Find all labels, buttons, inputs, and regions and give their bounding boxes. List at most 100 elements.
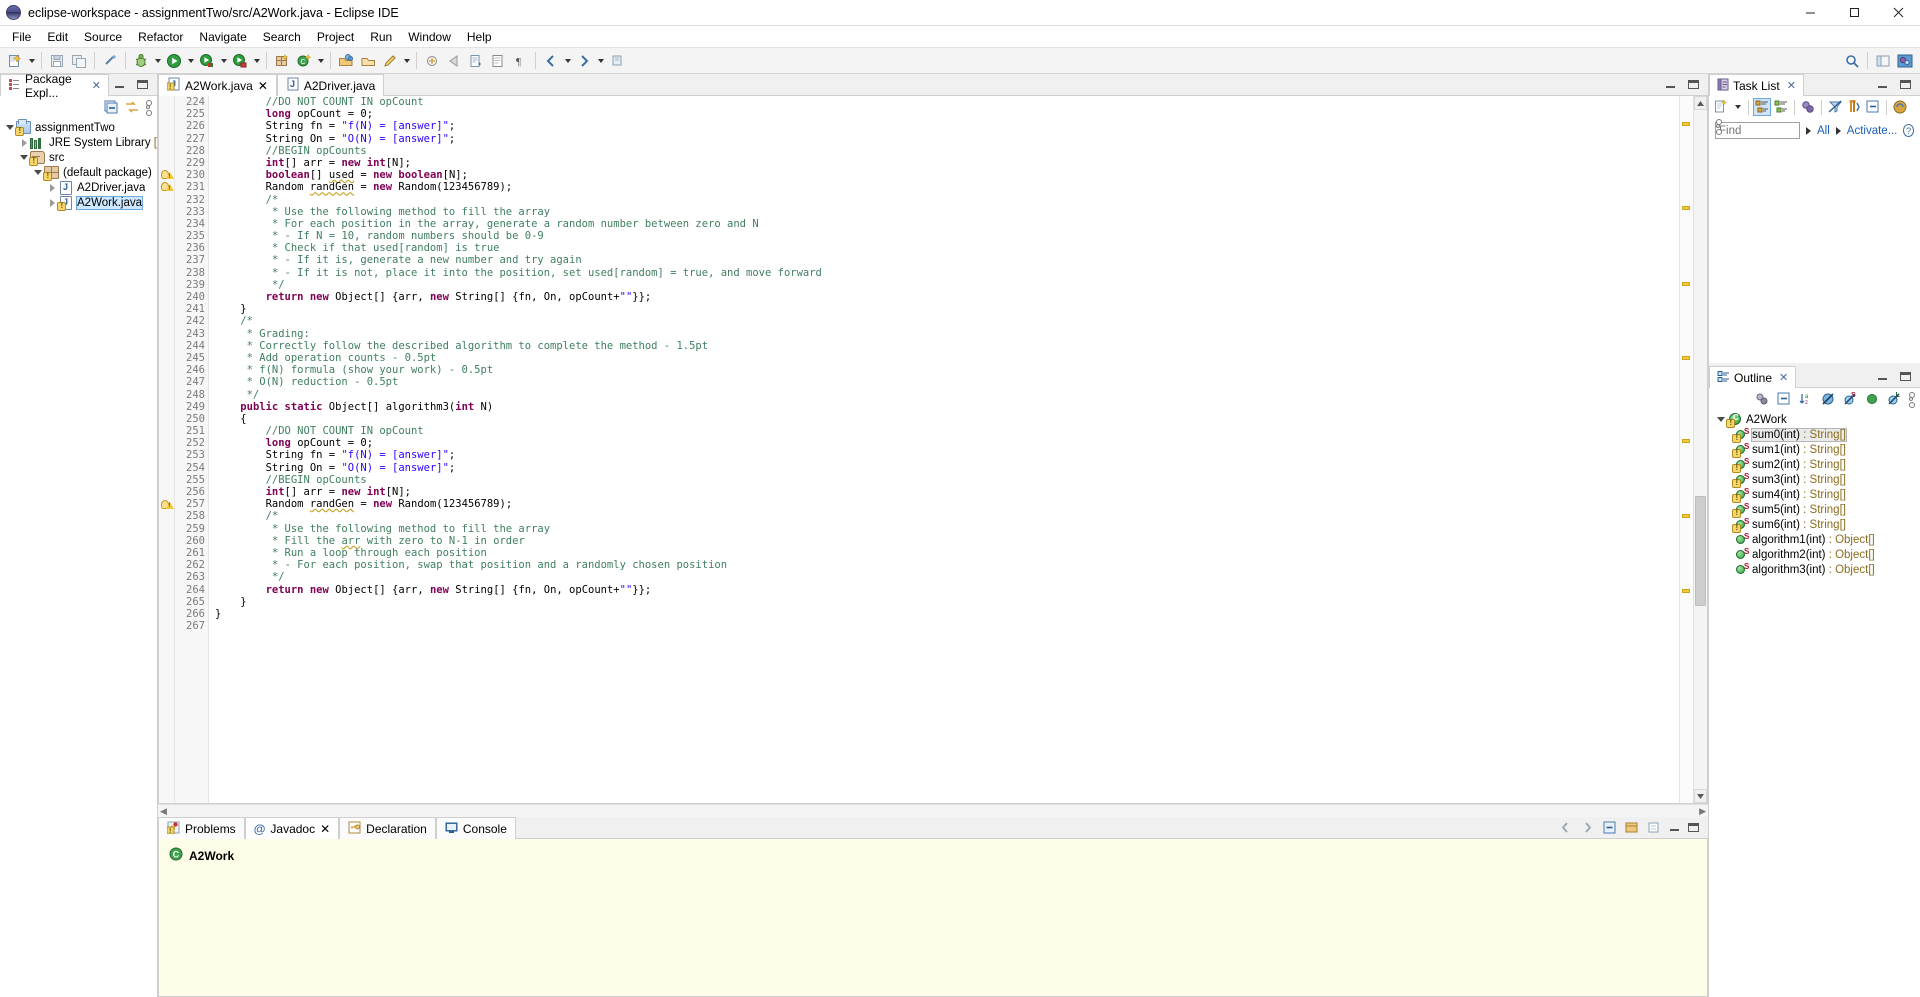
code-line[interactable]: String fn = "f(N) = [answer]"; <box>215 449 1679 461</box>
outline-item-method[interactable]: Ssum6(int) : String[] <box>1709 517 1920 533</box>
code-line[interactable]: /* <box>215 510 1679 522</box>
code-line[interactable]: String fn = "f(N) = [answer]"; <box>215 120 1679 132</box>
minimize-icon[interactable] <box>113 78 126 91</box>
perspective-icon[interactable] <box>1872 50 1894 72</box>
save-all-icon[interactable] <box>68 50 90 72</box>
code-line[interactable]: /* <box>215 194 1679 206</box>
scroll-down-arrow-icon[interactable] <box>1694 789 1707 803</box>
new-task-dropdown-icon[interactable] <box>1732 96 1743 118</box>
outline-item-method[interactable]: Salgorithm2(int) : Object[] <box>1709 547 1920 562</box>
hide-local-types-icon[interactable]: L <box>1886 391 1902 407</box>
save-icon[interactable] <box>46 50 68 72</box>
code-line[interactable]: { <box>215 413 1679 425</box>
scheduled-mode-icon[interactable] <box>1773 99 1789 115</box>
task-list-content[interactable] <box>1709 143 1920 363</box>
find-input[interactable] <box>1715 122 1800 139</box>
code-line[interactable]: String On = "O(N) = [answer]"; <box>215 133 1679 145</box>
code-line[interactable]: * - If it is not, place it into the posi… <box>215 267 1679 279</box>
tab-task-list[interactable]: Task List ✕ <box>1709 74 1804 96</box>
editor-code-area[interactable]: //DO NOT COUNT IN opCount long opCount =… <box>209 96 1679 803</box>
new-java-class-dropdown-icon[interactable] <box>315 50 326 72</box>
maximize-icon[interactable] <box>1687 821 1700 834</box>
maximize-icon[interactable] <box>136 78 149 91</box>
twisty-right-icon[interactable] <box>18 135 30 150</box>
hide-static-icon[interactable]: S <box>1842 391 1858 407</box>
close-icon[interactable]: ✕ <box>1787 79 1796 92</box>
outline-item-method[interactable]: Ssum2(int) : String[] <box>1709 457 1920 473</box>
run-external-dropdown-icon[interactable] <box>251 50 262 72</box>
editor-tab-a2work[interactable]: J! A2Work.java ✕ <box>158 74 277 96</box>
code-line[interactable]: * - For each position, swap that positio… <box>215 559 1679 571</box>
annotation-warning-marker[interactable] <box>1682 206 1690 210</box>
menu-window[interactable]: Window <box>400 28 459 46</box>
code-line[interactable]: Random randGen = new Random(123456789); <box>215 498 1679 510</box>
synchronize-icon[interactable] <box>1846 99 1862 115</box>
minimize-icon[interactable] <box>1876 370 1889 383</box>
code-line[interactable]: * For each position in the array, genera… <box>215 218 1679 230</box>
code-line[interactable]: //BEGIN opCounts <box>215 474 1679 486</box>
code-line[interactable]: return new Object[] {arr, new String[] {… <box>215 291 1679 303</box>
code-line[interactable]: */ <box>215 571 1679 583</box>
code-line[interactable]: * Check if that used[random] is true <box>215 242 1679 254</box>
sort-icon[interactable]: az <box>1798 391 1814 407</box>
run-dropdown-icon[interactable] <box>185 50 196 72</box>
code-line[interactable] <box>215 620 1679 632</box>
forward-icon[interactable] <box>573 50 595 72</box>
outline-item-method[interactable]: Ssum4(int) : String[] <box>1709 487 1920 503</box>
scroll-left-arrow-icon[interactable]: ◀ <box>160 806 167 817</box>
code-line[interactable]: boolean[] used = new boolean[N]; <box>215 169 1679 181</box>
pin-editor-icon[interactable] <box>606 50 628 72</box>
code-line[interactable]: long opCount = 0; <box>215 108 1679 120</box>
new-java-class-icon[interactable]: C <box>293 50 315 72</box>
minimize-icon[interactable] <box>1664 78 1677 91</box>
warning-marker-icon[interactable] <box>161 499 174 511</box>
view-menu-icon[interactable] <box>1908 392 1915 408</box>
code-line[interactable]: * O(N) reduction - 0.5pt <box>215 376 1679 388</box>
filter-all-link[interactable]: All <box>1817 125 1830 137</box>
tab-declaration[interactable]: Declaration <box>339 817 436 839</box>
new-task-icon[interactable] <box>1713 99 1729 115</box>
outline-item-method[interactable]: Ssum1(int) : String[] <box>1709 442 1920 458</box>
tree-item-default-package[interactable]: (default package) <box>0 165 157 181</box>
annotation-warning-marker[interactable] <box>1682 589 1690 593</box>
tab-outline[interactable]: Outline ✕ <box>1709 366 1797 388</box>
close-icon[interactable] <box>1876 0 1920 26</box>
tab-console[interactable]: Console <box>435 817 516 839</box>
code-line[interactable]: * f(N) formula (show your work) - 0.5pt <box>215 364 1679 376</box>
code-line[interactable]: * Use the following method to fill the a… <box>215 523 1679 535</box>
run-coverage-dropdown-icon[interactable] <box>218 50 229 72</box>
run-external-icon[interactable] <box>229 50 251 72</box>
collapse-all-icon[interactable] <box>1776 391 1792 407</box>
synchronize-changed-icon[interactable] <box>1892 99 1908 115</box>
editor-vertical-scrollbar[interactable] <box>1693 96 1707 803</box>
twisty-right-icon[interactable] <box>46 180 58 195</box>
code-line[interactable]: //DO NOT COUNT IN opCount <box>215 425 1679 437</box>
maximize-icon[interactable] <box>1832 0 1876 26</box>
view-menu-icon[interactable] <box>145 100 152 116</box>
code-line[interactable]: /* <box>215 315 1679 327</box>
code-line[interactable]: return new Object[] {arr, new String[] {… <box>215 584 1679 596</box>
annotation-warning-marker[interactable] <box>1682 514 1690 518</box>
collapse-all-icon[interactable] <box>1865 99 1881 115</box>
menu-navigate[interactable]: Navigate <box>191 28 254 46</box>
close-icon[interactable]: ✕ <box>92 79 101 92</box>
new-wizard-dropdown-icon[interactable] <box>26 50 37 72</box>
outline-item-method[interactable]: Salgorithm3(int) : Object[] <box>1709 562 1920 577</box>
tab-problems[interactable]: ! Problems <box>158 817 245 839</box>
code-line[interactable]: int[] arr = new int[N]; <box>215 486 1679 498</box>
back-icon[interactable] <box>540 50 562 72</box>
paragraph-icon[interactable]: ¶ <box>509 50 531 72</box>
tab-javadoc[interactable]: @ Javadoc ✕ <box>244 817 340 839</box>
editor-tab-a2driver[interactable]: J A2Driver.java <box>276 74 385 96</box>
outline-item-method[interactable]: Ssum3(int) : String[] <box>1709 472 1920 488</box>
annotation-warning-marker[interactable] <box>1682 282 1690 286</box>
warning-marker-icon[interactable] <box>161 170 174 181</box>
code-line[interactable]: * Run a loop through each position <box>215 547 1679 559</box>
hide-non-public-icon[interactable] <box>1864 391 1880 407</box>
close-icon[interactable]: ✕ <box>1779 371 1788 384</box>
annotation-warning-marker[interactable] <box>1682 356 1690 360</box>
code-line[interactable]: } <box>215 608 1679 620</box>
run-icon[interactable] <box>163 50 185 72</box>
menu-edit[interactable]: Edit <box>39 28 76 46</box>
edit-dropdown-icon[interactable] <box>401 50 412 72</box>
